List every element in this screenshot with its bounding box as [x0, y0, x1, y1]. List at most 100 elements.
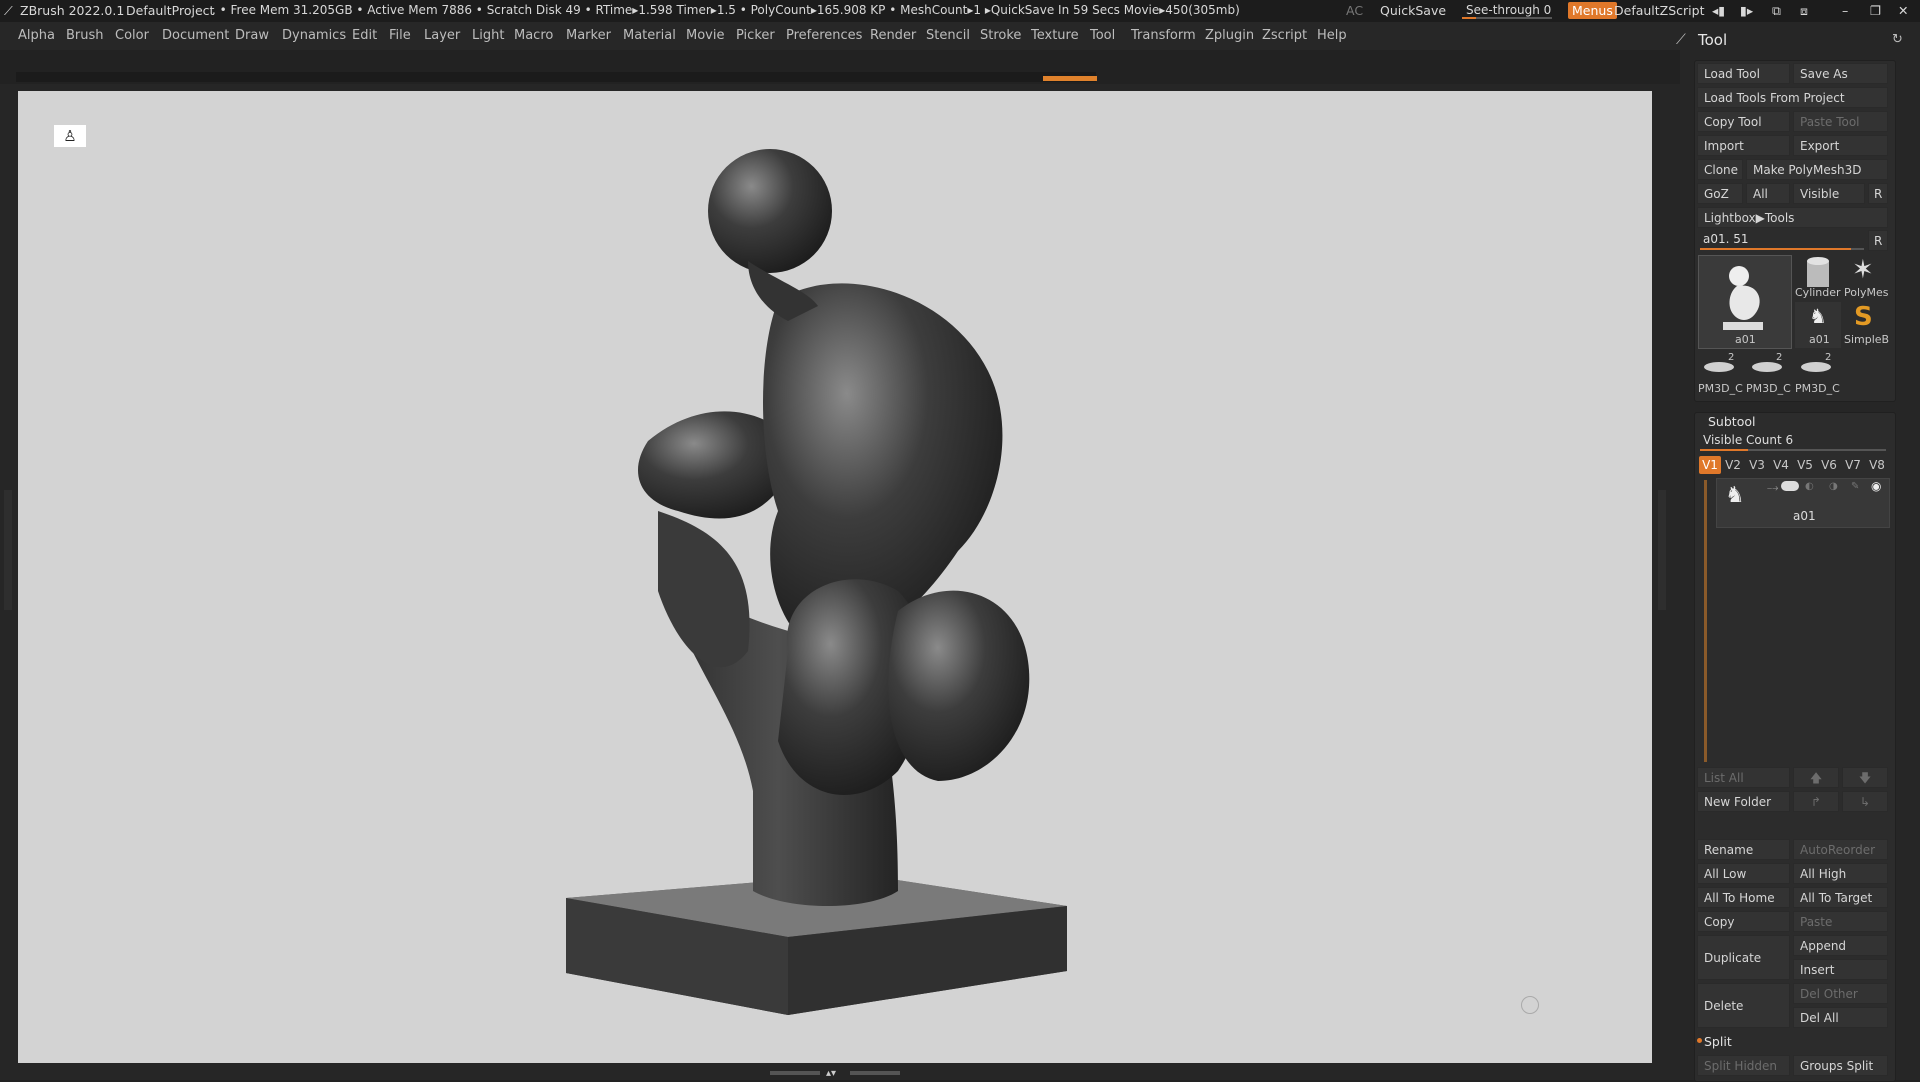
subtool-polypaint-icon[interactable]: ◐	[1805, 481, 1814, 492]
default-zscript-button[interactable]: DefaultZScript	[1614, 3, 1705, 18]
menu-preferences[interactable]: Preferences	[786, 28, 862, 43]
subtool-brush-icon[interactable]: ⤍	[1767, 481, 1778, 495]
rename-button[interactable]: Rename	[1697, 839, 1790, 860]
goz-all-button[interactable]: All	[1746, 183, 1790, 204]
load-tool-button[interactable]: Load Tool	[1697, 63, 1790, 84]
subtool-eye-icon[interactable]: ◉	[1871, 479, 1881, 493]
list-all-button[interactable]: List All	[1697, 767, 1790, 788]
menu-edit[interactable]: Edit	[352, 28, 377, 43]
append-button[interactable]: Append	[1793, 935, 1888, 956]
thumb-simplebrush[interactable]: S SimpleB	[1842, 302, 1889, 348]
save-as-button[interactable]: Save As	[1793, 63, 1888, 84]
see-through-track[interactable]	[1462, 17, 1552, 19]
menu-brush[interactable]: Brush	[66, 28, 104, 43]
subtool-material-icon[interactable]: ◑	[1829, 481, 1838, 492]
sculpt-model[interactable]	[18, 91, 1652, 1063]
current-tool-r-button[interactable]: R	[1868, 230, 1888, 251]
all-low-button[interactable]: All Low	[1697, 863, 1790, 884]
menu-transform[interactable]: Transform	[1131, 28, 1196, 43]
menu-light[interactable]: Light	[472, 28, 504, 43]
project-name[interactable]: DefaultProject	[126, 3, 214, 18]
document-viewport[interactable]	[18, 91, 1652, 1063]
duplicate-button[interactable]: Duplicate	[1697, 935, 1790, 980]
menu-movie[interactable]: Movie	[686, 28, 724, 43]
folder-out-icon[interactable]: ↳	[1842, 791, 1888, 812]
all-to-home-button[interactable]: All To Home	[1697, 887, 1790, 908]
lightbox-tools-button[interactable]: Lightbox▶Tools	[1697, 207, 1888, 228]
menu-marker[interactable]: Marker	[566, 28, 611, 43]
menu-color[interactable]: Color	[115, 28, 149, 43]
goz-r-button[interactable]: R	[1868, 183, 1888, 204]
right-tray-handle[interactable]	[1658, 490, 1666, 610]
subtool-scrollbar[interactable]	[1704, 480, 1707, 762]
bottom-tray-handle[interactable]: ▴▾	[770, 1068, 900, 1079]
tab-v3[interactable]: V3	[1746, 456, 1768, 474]
move-up-icon[interactable]: 🡅	[1793, 767, 1839, 788]
minimize-icon[interactable]: –	[1842, 3, 1848, 18]
subtool-title[interactable]: Subtool	[1708, 414, 1755, 429]
menu-dynamics[interactable]: Dynamics	[282, 28, 346, 43]
ac-button[interactable]: AC	[1346, 3, 1363, 18]
menu-macro[interactable]: Macro	[514, 28, 553, 43]
paste-button[interactable]: Paste	[1793, 911, 1888, 932]
menu-zscript[interactable]: Zscript	[1262, 28, 1307, 43]
autoreorder-button[interactable]: AutoReorder	[1793, 839, 1888, 860]
menu-document[interactable]: Document	[162, 28, 229, 43]
thumb-polymesh[interactable]: ✶ PolyMes	[1842, 255, 1889, 301]
close-icon[interactable]: ✕	[1898, 3, 1908, 18]
delete-button[interactable]: Delete	[1697, 983, 1790, 1028]
timeline-strip[interactable]	[16, 72, 1096, 82]
insert-button[interactable]: Insert	[1793, 959, 1888, 980]
thumb-pm3d-2[interactable]: 2 PM3D_C	[1746, 352, 1792, 398]
all-to-target-button[interactable]: All To Target	[1793, 887, 1888, 908]
menu-help[interactable]: Help	[1317, 28, 1347, 43]
del-other-button[interactable]: Del Other	[1793, 983, 1888, 1004]
tab-v4[interactable]: V4	[1770, 456, 1792, 474]
panel-reset-icon[interactable]: ↻	[1892, 32, 1903, 47]
tab-v7[interactable]: V7	[1842, 456, 1864, 474]
thumb-pm3d-3[interactable]: 2 PM3D_C	[1795, 352, 1841, 398]
paste-tool-button[interactable]: Paste Tool	[1793, 111, 1888, 132]
thumb-cylinder[interactable]: Cylinder	[1795, 255, 1841, 301]
menu-tool[interactable]: Tool	[1090, 28, 1115, 43]
menus-toggle[interactable]: Menus	[1568, 2, 1617, 19]
export-button[interactable]: Export	[1793, 135, 1888, 156]
tab-v8[interactable]: V8	[1866, 456, 1888, 474]
tool-panel-title[interactable]: Tool	[1698, 31, 1727, 49]
restore-icon[interactable]: ❐	[1870, 3, 1881, 18]
left-tray-handle[interactable]	[4, 490, 12, 610]
window-switch-icon[interactable]: ⧈	[1800, 3, 1808, 19]
import-button[interactable]: Import	[1697, 135, 1790, 156]
subtool-toggle-icon[interactable]	[1781, 481, 1799, 491]
new-folder-button[interactable]: New Folder	[1697, 791, 1790, 812]
menu-alpha[interactable]: Alpha	[18, 28, 55, 43]
tab-v6[interactable]: V6	[1818, 456, 1840, 474]
goz-button[interactable]: GoZ	[1697, 183, 1743, 204]
groups-split-button[interactable]: Groups Split	[1793, 1055, 1888, 1076]
subtool-item-a01[interactable]: ♞ ⤍ ◐ ◑ ✎ ◉ a01	[1716, 478, 1890, 528]
perspective-figure-icon[interactable]: ♙	[54, 125, 86, 147]
clone-button[interactable]: Clone	[1697, 159, 1743, 180]
thumb-a01-small[interactable]: ♞ a01	[1795, 302, 1841, 348]
layout-right-icon[interactable]: ▮▸	[1740, 3, 1753, 18]
copy-button[interactable]: Copy	[1697, 911, 1790, 932]
window-layout-icon[interactable]: ⧉	[1772, 3, 1781, 19]
visible-count-slider[interactable]	[1700, 449, 1886, 451]
subtool-pen-icon[interactable]: ✎	[1851, 481, 1859, 492]
menu-material[interactable]: Material	[623, 28, 676, 43]
menu-file[interactable]: File	[389, 28, 411, 43]
folder-in-icon[interactable]: ↱	[1793, 791, 1839, 812]
tab-v1[interactable]: V1	[1699, 456, 1721, 474]
menu-picker[interactable]: Picker	[736, 28, 775, 43]
current-tool-slider[interactable]	[1700, 248, 1864, 250]
thumb-a01-main[interactable]: a01	[1698, 255, 1792, 349]
menu-stencil[interactable]: Stencil	[926, 28, 970, 43]
tab-v2[interactable]: V2	[1722, 456, 1744, 474]
tool-pin-icon[interactable]: ⟋	[1676, 32, 1686, 48]
menu-layer[interactable]: Layer	[424, 28, 460, 43]
timeline-marker[interactable]	[1043, 76, 1097, 81]
load-tools-from-project-button[interactable]: Load Tools From Project	[1697, 87, 1888, 108]
menu-texture[interactable]: Texture	[1031, 28, 1079, 43]
menu-stroke[interactable]: Stroke	[980, 28, 1021, 43]
goz-visible-button[interactable]: Visible	[1793, 183, 1865, 204]
